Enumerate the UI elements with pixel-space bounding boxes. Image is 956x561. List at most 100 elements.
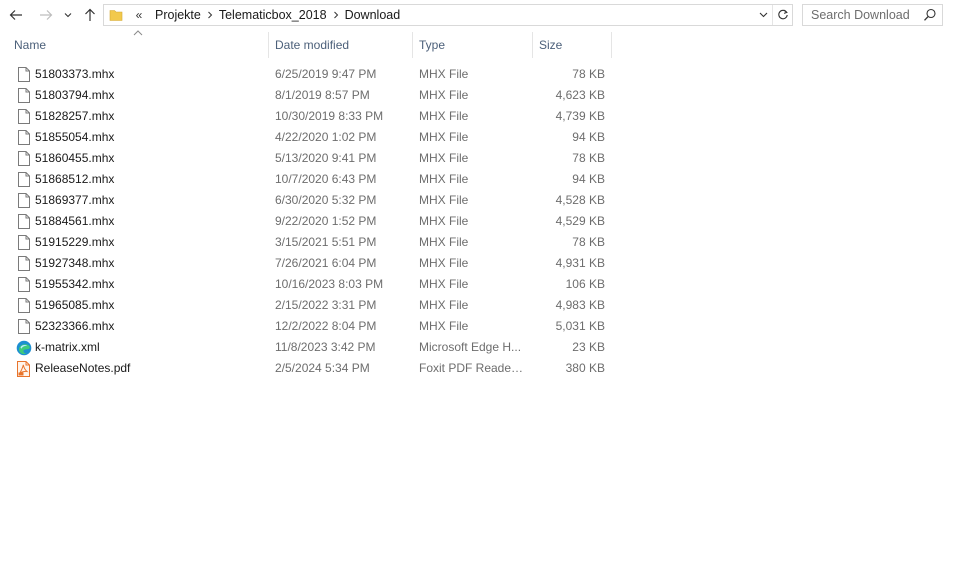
breadcrumb-item-telematicbox[interactable]: Telematicbox_2018	[219, 8, 327, 22]
file-list: 51803373.mhx 6/25/2019 9:47 PM MHX File 78 …	[0, 64, 956, 379]
up-button[interactable]	[80, 4, 100, 26]
column-header-date-modified[interactable]: Date modified	[269, 32, 412, 58]
file-icon	[15, 64, 32, 85]
file-size: 4,739 KB	[555, 109, 605, 123]
file-row[interactable]: 51868512.mhx 10/7/2020 6:43 PM MHX File 94 …	[0, 169, 956, 190]
file-name[interactable]: 52323366.mhx	[35, 316, 265, 337]
file-row[interactable]: 51828257.mhx 10/30/2019 8:33 PM MHX File 4,…	[0, 106, 956, 127]
file-name[interactable]: 51927348.mhx	[35, 253, 265, 274]
file-row[interactable]: ReleaseNotes.pdf 2/5/2024 5:34 PM Foxit PD…	[0, 358, 956, 379]
file-type: MHX File	[419, 172, 469, 186]
file-size: 4,623 KB	[555, 88, 605, 102]
pdf-icon	[15, 358, 32, 379]
file-type: MHX File	[419, 88, 469, 102]
file-row[interactable]: 52323366.mhx 12/2/2022 8:04 PM MHX File 5,0…	[0, 316, 956, 337]
breadcrumb-item-projekte[interactable]: Projekte	[155, 8, 201, 22]
file-row[interactable]: 51965085.mhx 2/15/2022 3:31 PM MHX File 4,9…	[0, 295, 956, 316]
file-type: Foxit PDF Reader ...	[419, 361, 525, 375]
file-type: MHX File	[419, 193, 469, 207]
search-box[interactable]	[802, 4, 943, 26]
file-date-modified: 3/15/2021 5:51 PM	[275, 235, 377, 249]
chevron-right-icon[interactable]	[201, 11, 219, 19]
file-date-modified: 2/5/2024 5:34 PM	[275, 361, 370, 375]
file-date-modified: 10/7/2020 6:43 PM	[275, 172, 377, 186]
file-size: 78 KB	[572, 151, 605, 165]
edge-icon	[15, 337, 32, 358]
column-header-type[interactable]: Type	[413, 32, 532, 58]
file-type: MHX File	[419, 130, 469, 144]
file-type: MHX File	[419, 256, 469, 270]
column-headers: Name Date modified Type Size	[0, 32, 956, 58]
file-row[interactable]: 51855054.mhx 4/22/2020 1:02 PM MHX File 94 …	[0, 127, 956, 148]
file-size: 78 KB	[572, 235, 605, 249]
search-icon[interactable]	[923, 8, 937, 22]
chevron-right-icon[interactable]	[327, 11, 345, 19]
file-date-modified: 10/30/2019 8:33 PM	[275, 109, 384, 123]
file-row[interactable]: k-matrix.xml 11/8/2023 3:42 PM Microsoft E…	[0, 337, 956, 358]
file-type: MHX File	[419, 298, 469, 312]
file-date-modified: 8/1/2019 8:57 PM	[275, 88, 370, 102]
file-row[interactable]: 51955342.mhx 10/16/2023 8:03 PM MHX File 10…	[0, 274, 956, 295]
file-date-modified: 5/13/2020 9:41 PM	[275, 151, 377, 165]
file-row[interactable]: 51927348.mhx 7/26/2021 6:04 PM MHX File 4,9…	[0, 253, 956, 274]
forward-arrow-icon	[40, 10, 53, 20]
file-date-modified: 6/30/2020 5:32 PM	[275, 193, 377, 207]
file-name[interactable]: 51803373.mhx	[35, 64, 265, 85]
column-header-size[interactable]: Size	[533, 32, 611, 58]
back-arrow-icon	[9, 10, 22, 20]
file-size: 4,983 KB	[555, 298, 605, 312]
file-row[interactable]: 51803794.mhx 8/1/2019 8:57 PM MHX File 4,62…	[0, 85, 956, 106]
file-type: MHX File	[419, 151, 469, 165]
file-name[interactable]: 51869377.mhx	[35, 190, 265, 211]
breadcrumb: Projekte Telematicbox_2018 Download	[147, 8, 400, 22]
file-size: 94 KB	[572, 130, 605, 144]
file-row[interactable]: 51915229.mhx 3/15/2021 5:51 PM MHX File 78 …	[0, 232, 956, 253]
file-type: MHX File	[419, 214, 469, 228]
file-name[interactable]: 51860455.mhx	[35, 148, 265, 169]
file-name[interactable]: 51828257.mhx	[35, 106, 265, 127]
search-input[interactable]	[803, 5, 915, 25]
file-name[interactable]: 51803794.mhx	[35, 85, 265, 106]
file-icon	[15, 85, 32, 106]
up-arrow-icon	[85, 8, 95, 21]
refresh-icon	[777, 9, 788, 20]
file-date-modified: 6/25/2019 9:47 PM	[275, 67, 377, 81]
refresh-button[interactable]	[772, 5, 792, 25]
sort-ascending-icon	[133, 30, 143, 36]
file-name[interactable]: 51955342.mhx	[35, 274, 265, 295]
file-date-modified: 9/22/2020 1:52 PM	[275, 214, 377, 228]
file-row[interactable]: 51884561.mhx 9/22/2020 1:52 PM MHX File 4,5…	[0, 211, 956, 232]
address-bar[interactable]: « Projekte Telematicbox_2018 Download	[103, 4, 793, 26]
file-icon	[15, 211, 32, 232]
recent-locations-button[interactable]	[61, 4, 75, 26]
file-icon	[15, 253, 32, 274]
file-name[interactable]: 51965085.mhx	[35, 295, 265, 316]
forward-button[interactable]	[36, 4, 56, 26]
file-name[interactable]: ReleaseNotes.pdf	[35, 358, 265, 379]
file-date-modified: 7/26/2021 6:04 PM	[275, 256, 377, 270]
file-icon	[15, 232, 32, 253]
chevron-down-icon	[64, 13, 72, 18]
file-row[interactable]: 51860455.mhx 5/13/2020 9:41 PM MHX File 78 …	[0, 148, 956, 169]
address-history-button[interactable]	[756, 5, 770, 25]
file-size: 4,528 KB	[555, 193, 605, 207]
file-type: MHX File	[419, 319, 469, 333]
file-name[interactable]: k-matrix.xml	[35, 337, 265, 358]
breadcrumb-overflow-button[interactable]: «	[131, 8, 147, 22]
file-name[interactable]: 51868512.mhx	[35, 169, 265, 190]
file-icon	[15, 295, 32, 316]
file-date-modified: 2/15/2022 3:31 PM	[275, 298, 377, 312]
breadcrumb-item-download[interactable]: Download	[345, 8, 401, 22]
file-name[interactable]: 51884561.mhx	[35, 211, 265, 232]
back-button[interactable]	[6, 4, 26, 26]
file-size: 5,031 KB	[555, 319, 605, 333]
navigation-bar: « Projekte Telematicbox_2018 Download	[0, 0, 956, 30]
file-name[interactable]: 51855054.mhx	[35, 127, 265, 148]
file-type: MHX File	[419, 67, 469, 81]
file-row[interactable]: 51869377.mhx 6/30/2020 5:32 PM MHX File 4,5…	[0, 190, 956, 211]
file-date-modified: 4/22/2020 1:02 PM	[275, 130, 377, 144]
file-date-modified: 10/16/2023 8:03 PM	[275, 277, 384, 291]
file-name[interactable]: 51915229.mhx	[35, 232, 265, 253]
column-divider[interactable]	[611, 32, 612, 58]
file-row[interactable]: 51803373.mhx 6/25/2019 9:47 PM MHX File 78 …	[0, 64, 956, 85]
